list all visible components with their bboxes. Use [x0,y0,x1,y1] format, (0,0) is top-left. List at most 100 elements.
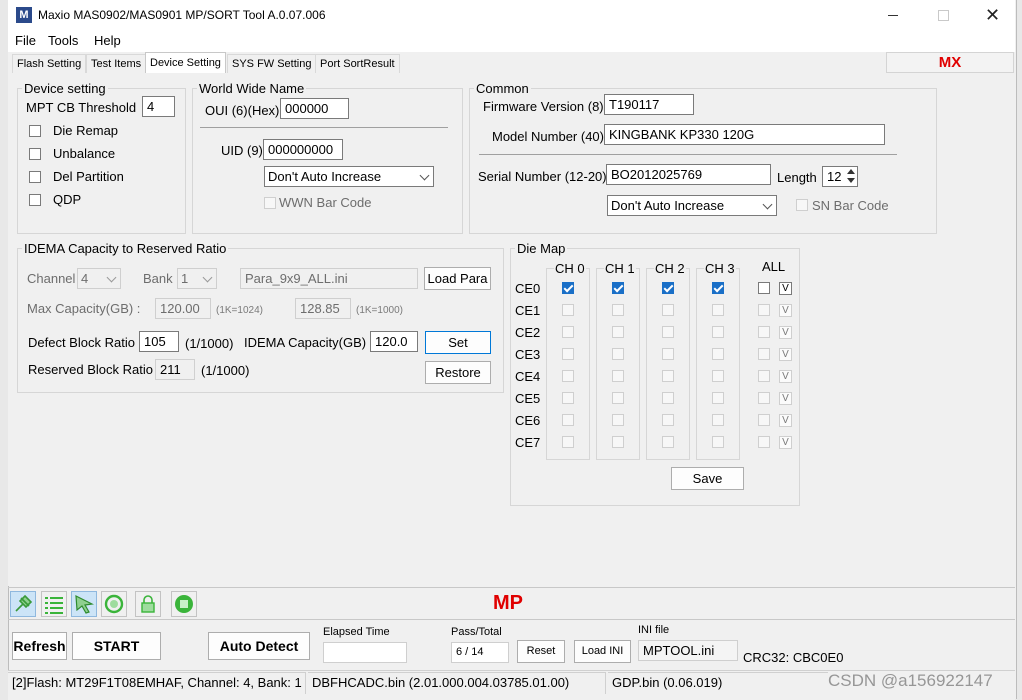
close-icon[interactable]: ✕ [985,6,1000,24]
die-all-checkbox-ce6[interactable] [758,414,770,426]
restore-button[interactable]: Restore [425,361,491,384]
sn-increase-select[interactable]: Don't Auto Increase [607,195,777,216]
die-checkbox-ce1-ch0[interactable] [562,304,574,316]
load-para-button[interactable]: Load Para [424,267,491,290]
tab-test-items[interactable]: Test Items [86,54,147,73]
die-row-toggle-ce1[interactable]: V [779,304,792,317]
die-checkbox-ce7-ch3[interactable] [712,436,724,448]
idema-capacity-input[interactable]: 120.0 [370,331,418,352]
die-checkbox-ce7-ch1[interactable] [612,436,624,448]
die-checkbox-ce4-ch1[interactable] [612,370,624,382]
max-cap-1000-input[interactable]: 128.85 [295,298,351,319]
die-all-checkbox-ce2[interactable] [758,326,770,338]
die-checkbox-ce7-ch2[interactable] [662,436,674,448]
die-checkbox-ce7-ch0[interactable] [562,436,574,448]
qdp-checkbox[interactable] [29,194,41,206]
die-checkbox-ce3-ch2[interactable] [662,348,674,360]
mpt-cb-threshold-input[interactable]: 4 [142,96,175,117]
die-checkbox-ce3-ch0[interactable] [562,348,574,360]
die-checkbox-ce4-ch0[interactable] [562,370,574,382]
die-checkbox-ce3-ch1[interactable] [612,348,624,360]
die-checkbox-ce6-ch3[interactable] [712,414,724,426]
bank-select[interactable]: 1 [177,268,217,289]
die-all-checkbox-ce7[interactable] [758,436,770,448]
die-checkbox-ce0-ch2[interactable] [662,282,674,294]
die-checkbox-ce5-ch2[interactable] [662,392,674,404]
die-row-toggle-ce3[interactable]: V [779,348,792,361]
defect-ratio-input[interactable]: 105 [139,331,179,352]
cursor-icon[interactable] [71,591,97,617]
menu-tools[interactable]: Tools [48,33,78,48]
die-checkbox-ce0-ch0[interactable] [562,282,574,294]
die-checkbox-ce5-ch1[interactable] [612,392,624,404]
die-checkbox-ce1-ch1[interactable] [612,304,624,316]
save-button[interactable]: Save [671,467,744,490]
refresh-button[interactable]: Refresh [12,632,67,660]
lock-icon[interactable] [135,591,161,617]
die-row-toggle-ce5[interactable]: V [779,392,792,405]
die-row-toggle-ce2[interactable]: V [779,326,792,339]
max-cap-1024-input[interactable]: 120.00 [155,298,211,319]
die-all-checkbox-ce3[interactable] [758,348,770,360]
die-all-checkbox-ce5[interactable] [758,392,770,404]
die-checkbox-ce0-ch3[interactable] [712,282,724,294]
wwn-increase-select[interactable]: Don't Auto Increase [264,166,434,187]
tab-device-setting[interactable]: Device Setting [145,52,226,74]
wwn-bar-code-checkbox[interactable] [264,197,276,209]
unbalance-checkbox[interactable] [29,148,41,160]
die-checkbox-ce4-ch2[interactable] [662,370,674,382]
die-checkbox-ce5-ch3[interactable] [712,392,724,404]
maximize-icon[interactable] [938,10,949,21]
del-partition-checkbox[interactable] [29,171,41,183]
die-checkbox-ce0-ch1[interactable] [612,282,624,294]
tab-flash-setting[interactable]: Flash Setting [12,54,87,73]
para-file-input[interactable]: Para_9x9_ALL.ini [240,268,418,289]
uid-input[interactable]: 000000000 [263,139,343,160]
firmware-input[interactable]: T190117 [604,94,694,115]
reserved-ratio-input[interactable]: 211 [155,359,195,380]
minimize-icon[interactable] [888,15,898,16]
list-icon[interactable] [41,591,67,617]
menu-file[interactable]: File [15,33,36,48]
die-checkbox-ce6-ch2[interactable] [662,414,674,426]
die-checkbox-ce5-ch0[interactable] [562,392,574,404]
die-remap-checkbox[interactable] [29,125,41,137]
die-checkbox-ce1-ch2[interactable] [662,304,674,316]
die-all-checkbox-ce0[interactable] [758,282,770,294]
pin-icon[interactable] [10,591,36,617]
model-input[interactable]: KINGBANK KP330 120G [604,124,885,145]
die-checkbox-ce2-ch2[interactable] [662,326,674,338]
die-checkbox-ce2-ch1[interactable] [612,326,624,338]
die-checkbox-ce3-ch3[interactable] [712,348,724,360]
die-checkbox-ce1-ch3[interactable] [712,304,724,316]
serial-input[interactable]: BO2012025769 [606,164,771,185]
oui-input[interactable]: 000000 [280,98,349,119]
die-row-toggle-ce4[interactable]: V [779,370,792,383]
channel-select[interactable]: 4 [77,268,121,289]
tab-port-sortresult[interactable]: Port SortResult [315,54,400,73]
sn-bar-code-checkbox[interactable] [796,199,808,211]
die-checkbox-ce6-ch0[interactable] [562,414,574,426]
refresh-cycle-icon[interactable] [101,591,127,617]
die-checkbox-ce2-ch0[interactable] [562,326,574,338]
die-row-toggle-ce7[interactable]: V [779,436,792,449]
auto-detect-button[interactable]: Auto Detect [208,632,310,660]
reset-button[interactable]: Reset [517,640,565,663]
length-stepper[interactable]: 12 [822,166,858,187]
spin-up-icon[interactable] [847,169,855,174]
defect-ratio-unit: (1/1000) [185,336,234,351]
set-button[interactable]: Set [425,331,491,354]
start-button[interactable]: START [72,632,161,660]
die-row-toggle-ce6[interactable]: V [779,414,792,427]
stop-icon[interactable] [171,591,197,617]
die-row-toggle-ce0[interactable]: V [779,282,792,295]
load-ini-button[interactable]: Load INI [574,640,631,663]
die-checkbox-ce2-ch3[interactable] [712,326,724,338]
spin-down-icon[interactable] [847,178,855,183]
tab-sys-fw-setting[interactable]: SYS FW Setting [227,54,317,73]
die-all-checkbox-ce1[interactable] [758,304,770,316]
menu-help[interactable]: Help [94,33,121,48]
die-checkbox-ce6-ch1[interactable] [612,414,624,426]
die-checkbox-ce4-ch3[interactable] [712,370,724,382]
die-all-checkbox-ce4[interactable] [758,370,770,382]
